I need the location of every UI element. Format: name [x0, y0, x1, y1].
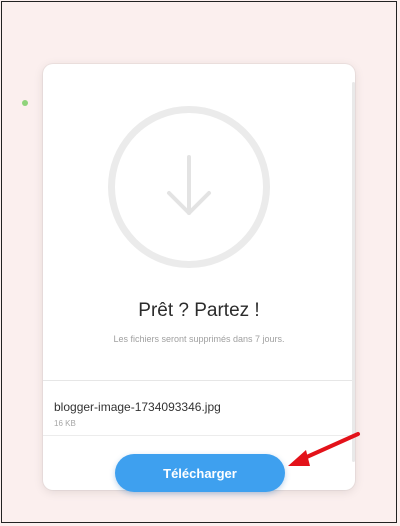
- download-arrow-icon: [167, 155, 211, 215]
- expiry-note: Les fichiers seront supprimés dans 7 jou…: [113, 334, 285, 344]
- file-name: blogger-image-1734093346.jpg: [54, 400, 221, 414]
- status-dot: [22, 100, 28, 106]
- divider: [43, 380, 355, 381]
- download-button[interactable]: Télécharger: [115, 454, 285, 492]
- headline: Prêt ? Partez !: [138, 300, 260, 321]
- screenshot-frame: Prêt ? Partez ! Les fichiers seront supp…: [1, 1, 397, 523]
- file-size: 16 KB: [54, 419, 76, 428]
- download-card: Prêt ? Partez ! Les fichiers seront supp…: [43, 64, 355, 492]
- red-arrow-annotation: [288, 432, 360, 466]
- download-circle: [108, 106, 270, 268]
